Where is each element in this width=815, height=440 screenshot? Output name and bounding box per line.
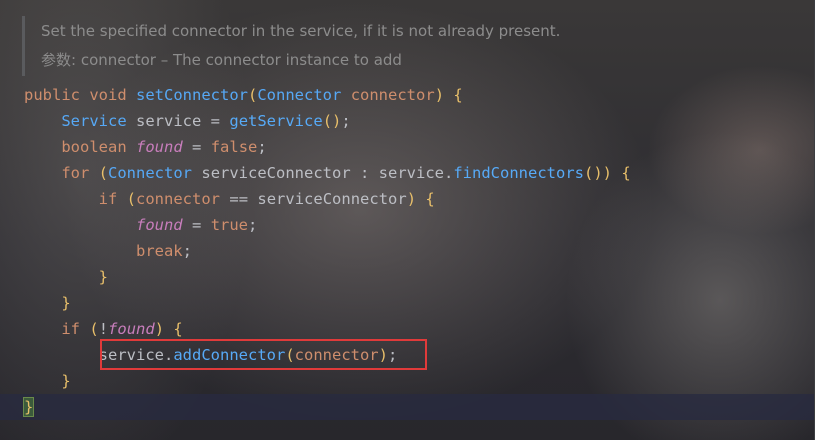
code-line-13-current[interactable]: } — [0, 394, 815, 420]
javadoc-param: 参数: connector – The connector instance t… — [41, 49, 402, 70]
code-line-4[interactable]: for (Connector serviceConnector : servic… — [0, 160, 815, 186]
code-line-5[interactable]: if (connector == serviceConnector) { — [0, 186, 815, 212]
javadoc-comment: Set the specified connector in the servi… — [22, 16, 725, 76]
code-line-2[interactable]: Service service = getService(); — [0, 108, 815, 134]
code-line-1[interactable]: public void setConnector(Connector conne… — [0, 82, 815, 108]
highlight-box — [100, 339, 427, 370]
code-line-8[interactable]: } — [0, 264, 815, 290]
javadoc-description: Set the specified connector in the servi… — [41, 22, 561, 40]
code-line-3[interactable]: boolean found = false; — [0, 134, 815, 160]
matched-brace: } — [22, 397, 35, 417]
code-line-7[interactable]: break; — [0, 238, 815, 264]
param-label: 参数: — [41, 51, 77, 69]
code-line-12[interactable]: } — [0, 368, 815, 394]
param-text: connector – The connector instance to ad… — [76, 51, 402, 69]
code-line-6[interactable]: found = true; — [0, 212, 815, 238]
code-line-9[interactable]: } — [0, 290, 815, 316]
